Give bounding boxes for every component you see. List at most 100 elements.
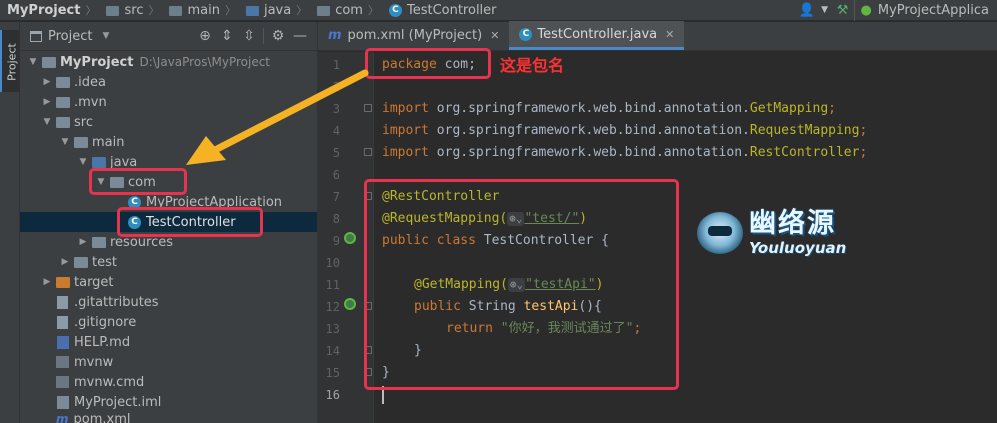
breadcrumb-current-file[interactable]: C TestController xyxy=(382,0,499,21)
run-configuration-select[interactable]: ● MyProjectApplica xyxy=(853,0,997,21)
fold-marker-icon[interactable] xyxy=(364,104,372,112)
close-icon[interactable]: ✕ xyxy=(665,28,674,41)
minimize-icon[interactable]: — xyxy=(289,25,311,47)
chevron-down-icon[interactable]: ▼ xyxy=(76,157,90,167)
breadcrumb-project[interactable]: MyProject xyxy=(0,0,82,21)
tree-item-main[interactable]: ▼ main xyxy=(20,132,317,152)
close-icon[interactable]: ✕ xyxy=(490,29,499,42)
line-number: 5 xyxy=(332,146,340,160)
toolbar-right: 👤 ▼ ⚒ ● MyProjectApplica xyxy=(796,0,997,21)
tree-item-pom-xml[interactable]: m pom.xml xyxy=(20,412,317,423)
line-number: 9 xyxy=(332,234,340,248)
tree-item-label: pom.xml xyxy=(73,412,131,423)
folder-icon xyxy=(56,96,70,108)
class-icon: C xyxy=(519,27,533,41)
line-number: 14 xyxy=(325,344,340,358)
line-number: 13 xyxy=(325,322,340,336)
line-number: 16 xyxy=(325,388,340,402)
highlight-controller-code xyxy=(364,179,679,390)
script-file-icon xyxy=(56,356,69,368)
line-number: 6 xyxy=(332,168,340,182)
line-number: 7 xyxy=(332,190,340,204)
tree-item-label: mvnw.cmd xyxy=(74,374,145,390)
tab-pom-xml[interactable]: m pom.xml (MyProject) ✕ xyxy=(318,21,509,50)
breadcrumb-label: java xyxy=(263,2,292,18)
tree-item-help-md[interactable]: HELP.md xyxy=(20,332,317,352)
project-tool-tab[interactable]: Project xyxy=(0,30,19,92)
tree-item-label: .mvn xyxy=(74,94,107,110)
tree-item-target[interactable]: ▶ target xyxy=(20,272,317,292)
tree-item-label: mvnw xyxy=(74,354,114,370)
tree-item-mvnw-cmd[interactable]: mvnw.cmd xyxy=(20,372,317,392)
code-line-4: import org.springframework.web.bind.anno… xyxy=(382,123,868,138)
spring-mapping-icon[interactable] xyxy=(344,298,356,310)
file-icon xyxy=(57,315,68,329)
run-config-label: MyProjectApplica xyxy=(877,2,989,18)
breadcrumb-src[interactable]: src xyxy=(99,0,145,21)
tree-item-mvn[interactable]: ▶ .mvn xyxy=(20,92,317,112)
source-folder-icon xyxy=(92,156,106,168)
maven-icon: m xyxy=(328,28,342,43)
breadcrumb-label: TestController xyxy=(406,2,497,18)
project-tool-tab-label: Project xyxy=(5,43,19,81)
editor-tab-bar: m pom.xml (MyProject) ✕ C TestController… xyxy=(318,21,997,51)
project-panel-title[interactable]: Project xyxy=(48,29,92,44)
chevron-down-icon[interactable]: ▼ xyxy=(102,31,109,41)
tree-item-myproject-iml[interactable]: MyProject.iml xyxy=(20,392,317,412)
tree-item-src[interactable]: ▼ src xyxy=(20,112,317,132)
tool-window-strip: Project xyxy=(0,22,20,423)
build-hammer-icon[interactable]: ⚒ xyxy=(832,0,854,21)
line-number: 1 xyxy=(332,58,340,72)
tree-item-label: .gitattributes xyxy=(74,294,159,310)
chevron-right-icon[interactable]: ▶ xyxy=(40,277,54,287)
tree-item-label: src xyxy=(74,114,93,130)
breadcrumb-main[interactable]: main xyxy=(162,0,221,21)
file-icon xyxy=(57,295,68,309)
breadcrumb-com[interactable]: com xyxy=(310,0,365,21)
package-annotation-note: 这是包名 xyxy=(500,56,565,75)
chevron-down-icon[interactable]: ▼ xyxy=(58,137,72,147)
line-number: 15 xyxy=(325,366,340,380)
tree-item-gitattributes[interactable]: .gitattributes xyxy=(20,292,317,312)
code-line-5: import org.springframework.web.bind.anno… xyxy=(382,145,868,160)
chevron-right-icon[interactable]: ▶ xyxy=(58,257,72,267)
chevron-right-icon[interactable]: ▶ xyxy=(40,97,54,107)
package-icon xyxy=(317,6,331,16)
tree-item-idea[interactable]: ▶ .idea xyxy=(20,72,317,92)
breadcrumb-separator: 〉 xyxy=(296,4,308,17)
user-icon[interactable]: 👤 xyxy=(796,0,818,21)
tree-item-label: MyProject.iml xyxy=(74,394,162,410)
fold-marker-icon[interactable] xyxy=(364,148,372,156)
breadcrumb-separator: 〉 xyxy=(148,4,160,17)
line-number: 10 xyxy=(325,256,340,270)
folder-icon xyxy=(56,116,70,128)
tree-item-gitignore[interactable]: .gitignore xyxy=(20,312,317,332)
tree-item-label: .idea xyxy=(74,74,106,90)
watermark-text: 幽络源 Youluoyuan xyxy=(749,208,846,257)
tree-item-label: .gitignore xyxy=(74,314,137,330)
tab-label: pom.xml (MyProject) xyxy=(347,28,483,43)
tree-item-mvnw[interactable]: mvnw xyxy=(20,352,317,372)
watermark: 幽络源 Youluoyuan xyxy=(697,208,846,257)
breadcrumb-separator: 〉 xyxy=(224,4,236,17)
folder-icon xyxy=(169,6,183,16)
chevron-down-icon[interactable]: ▼ xyxy=(26,57,40,67)
tree-item-path: D:\JavaPros\MyProject xyxy=(139,55,271,69)
script-file-icon xyxy=(56,376,69,388)
chevron-down-icon[interactable]: ▼ xyxy=(40,117,54,127)
chevron-down-icon[interactable]: ▼ xyxy=(818,0,832,21)
breadcrumb-label: com xyxy=(335,2,363,18)
target-locate-icon[interactable]: ⊕ xyxy=(194,25,216,47)
tree-item-test[interactable]: ▶ test xyxy=(20,252,317,272)
tree-item-myproject[interactable]: ▼ MyProject D:\JavaPros\MyProject xyxy=(20,52,317,72)
collapse-all-icon[interactable]: ⇳ xyxy=(238,25,260,47)
breadcrumb-java[interactable]: java xyxy=(239,0,293,21)
tab-testcontroller-java[interactable]: C TestController.java ✕ xyxy=(509,21,685,50)
gear-icon[interactable]: ⚙ xyxy=(267,25,289,47)
line-number: 4 xyxy=(332,124,340,138)
chevron-right-icon[interactable]: ▶ xyxy=(76,237,90,247)
toolbar-divider xyxy=(263,28,264,44)
spring-bean-icon[interactable] xyxy=(344,232,356,244)
chevron-right-icon[interactable]: ▶ xyxy=(40,77,54,87)
expand-all-icon[interactable]: ⇕ xyxy=(216,25,238,47)
